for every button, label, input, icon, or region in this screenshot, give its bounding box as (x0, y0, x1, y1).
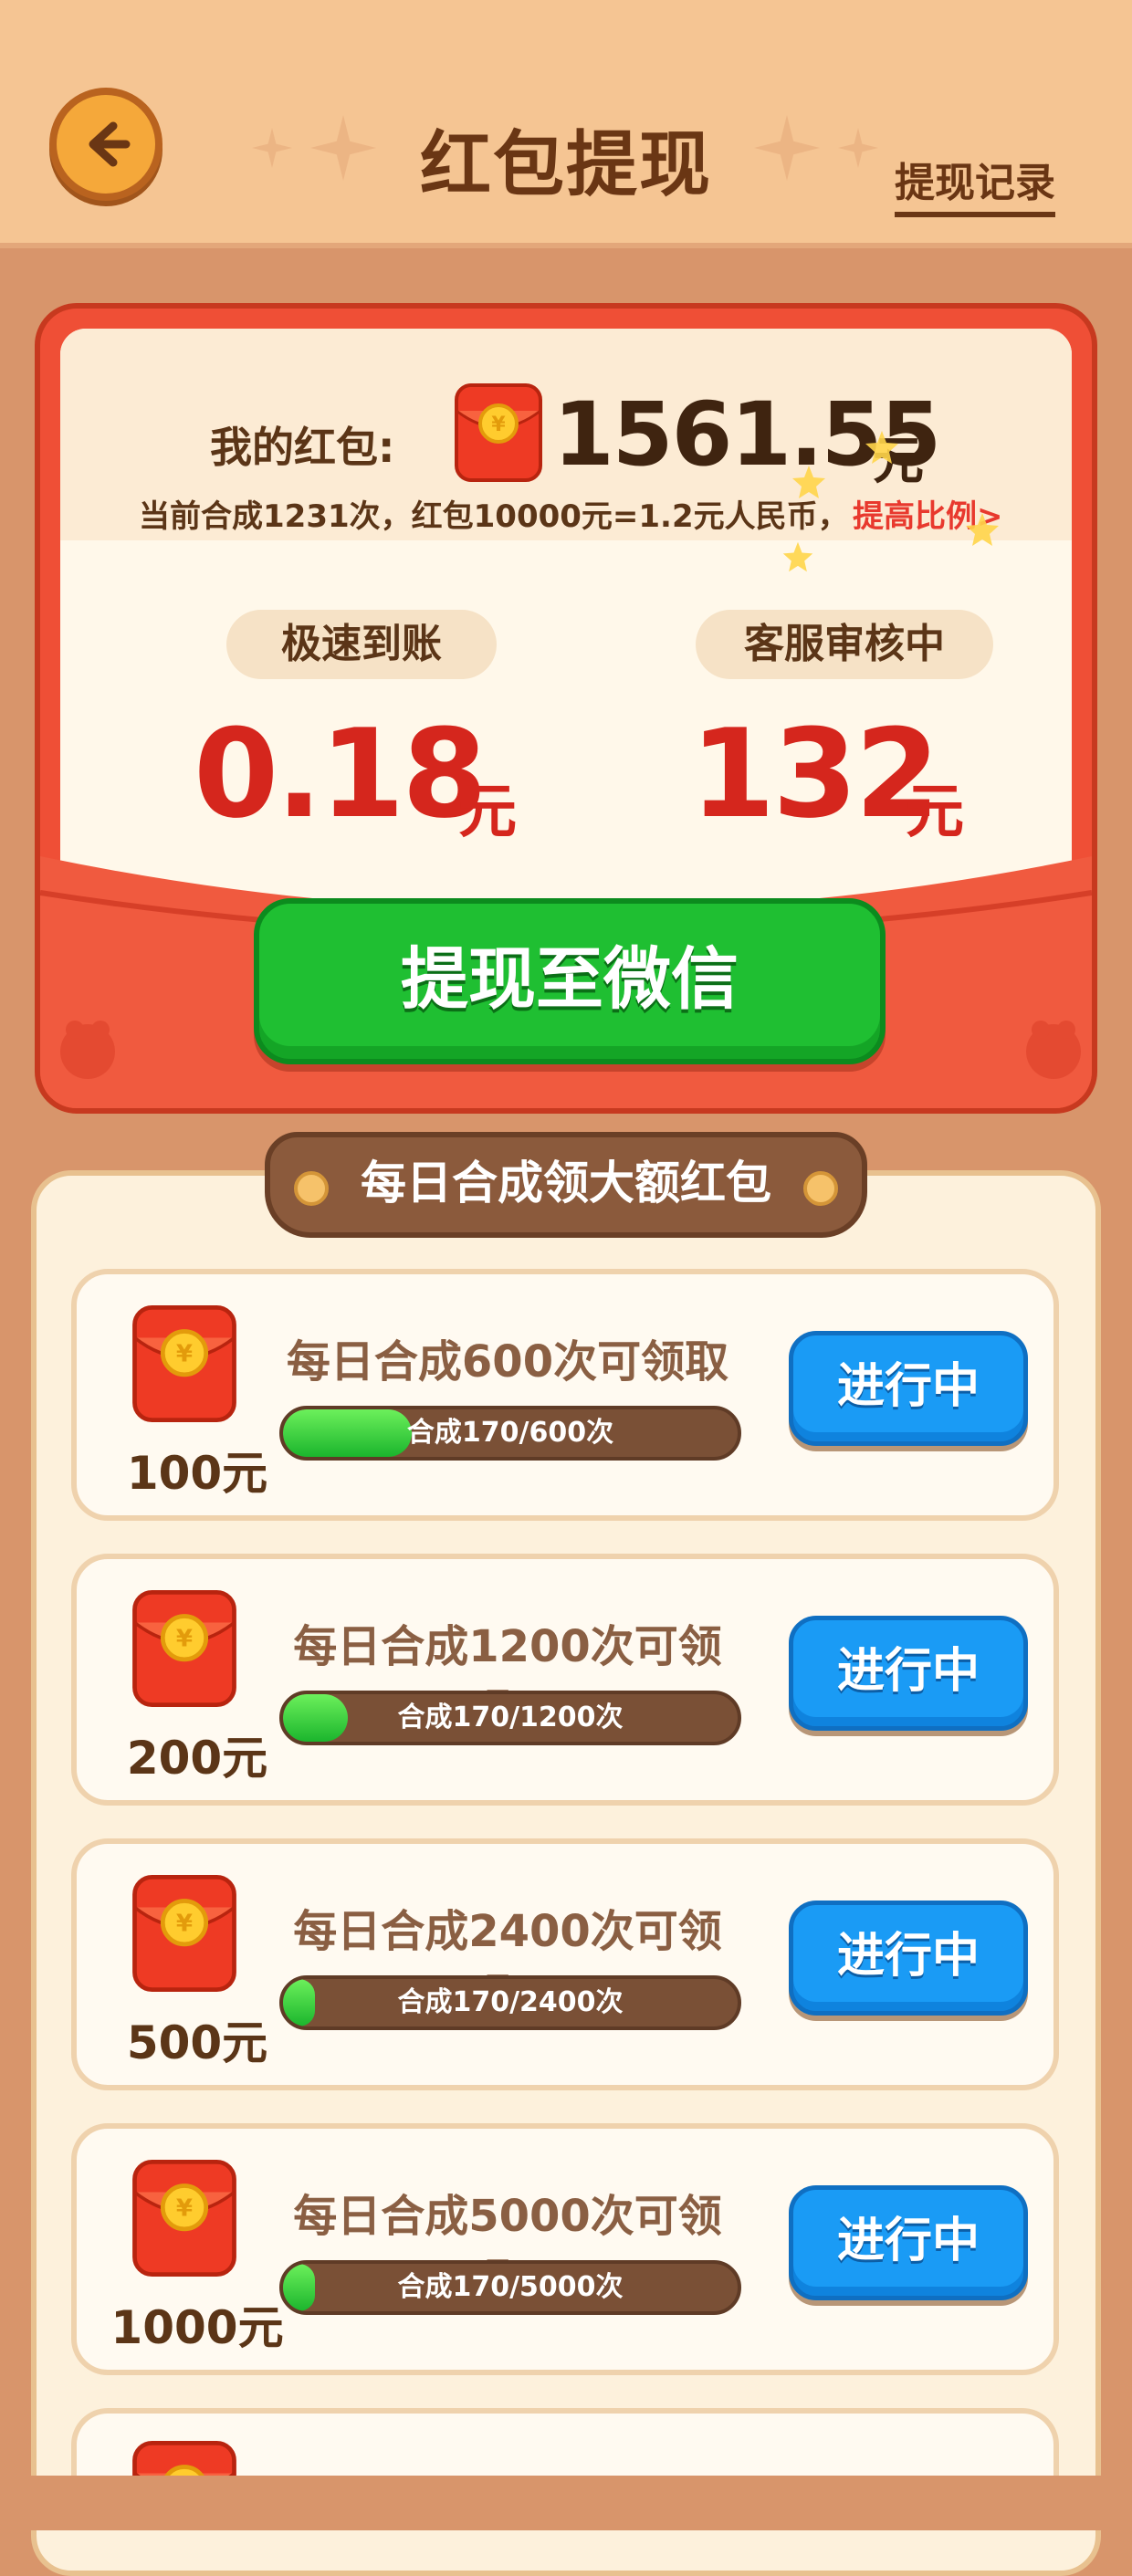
svg-text:¥: ¥ (176, 1626, 193, 1653)
sparkle-icon (792, 466, 825, 498)
task-reward: 100元 (126, 1447, 268, 1500)
task-progress-text: 合成170/600次 (406, 1417, 614, 1449)
withdraw-history-link[interactable]: 提现记录 (895, 150, 1055, 217)
task-progress-bar: 合成170/600次 (279, 1406, 741, 1461)
review-amount: 132 (690, 703, 940, 845)
task-card: ¥200元每日合成1200次可领取合成170/1200次进行中 (71, 1554, 1059, 1806)
sparkle-icon (966, 513, 999, 546)
exchange-rate-text: 当前合成1231次，红包10000元=1.2元人民币， (139, 498, 849, 535)
sparkle-icon (838, 128, 878, 168)
svg-text:¥: ¥ (491, 414, 506, 436)
withdraw-to-wechat-button[interactable]: 提现至微信 (254, 898, 886, 1064)
header: 红包提现 提现记录 (0, 0, 1132, 248)
red-packet-icon: ¥ (131, 1305, 237, 1426)
task-card-partial: ¥ (71, 2408, 1059, 2477)
task-progress-bar: 合成170/5000次 (279, 2260, 741, 2315)
task-card: ¥100元 每日合成600次可领取合成170/600次 进行中 (71, 1269, 1059, 1521)
task-status-button[interactable]: 进行中 (789, 2185, 1028, 2300)
daily-task-banner: 每日合成领大额红包 (265, 1132, 867, 1238)
review-unit: 元 (906, 779, 964, 846)
task-progress-bar: 合成170/1200次 (279, 1691, 741, 1745)
svg-text:¥: ¥ (176, 1341, 193, 1368)
red-packet-icon: ¥ (131, 2441, 237, 2477)
red-packet-icon: ¥ (131, 1875, 237, 1995)
sparkle-icon (865, 431, 898, 464)
svg-text:¥: ¥ (176, 2195, 193, 2223)
quick-arrival-label: 极速到账 (226, 610, 497, 679)
svg-text:¥: ¥ (176, 1911, 193, 1938)
task-progress-text: 合成170/2400次 (397, 1986, 624, 2018)
task-progress-text: 合成170/1200次 (397, 1702, 624, 1733)
review-label: 客服审核中 (696, 610, 993, 679)
task-progress-bar: 合成170/2400次 (279, 1975, 741, 2030)
red-packet-icon: ¥ (131, 1590, 237, 1711)
red-packet-icon: ¥ (455, 383, 542, 482)
daily-task-title: 每日合成领大额红包 (361, 1157, 771, 1209)
quick-arrival-amount: 0.18 (194, 703, 487, 845)
task-reward: 1000元 (110, 2301, 284, 2354)
task-status-button[interactable]: 进行中 (789, 1616, 1028, 1731)
balance-label: 我的红包: (210, 423, 395, 472)
quick-arrival-unit: 元 (458, 779, 517, 846)
balance-card: 我的红包: ¥ 1561.55 元 当前合成1231次，红包10000元=1.2… (35, 303, 1097, 1114)
task-progress-text: 合成170/5000次 (397, 2271, 624, 2303)
task-title: 每日合成600次可领取 (286, 1336, 729, 1387)
task-card: ¥1000元每日合成5000次可领取合成170/5000次进行中 (71, 2123, 1059, 2375)
bottom-bar (0, 2476, 1132, 2530)
task-card: ¥500元每日合成2400次可领取合成170/2400次进行中 (71, 1838, 1059, 2090)
task-status-button[interactable]: 进行中 (789, 1331, 1028, 1446)
task-status-button[interactable]: 进行中 (789, 1901, 1028, 2016)
sparkle-icon (782, 541, 813, 572)
sparkle-icon (754, 115, 820, 181)
task-reward: 200元 (126, 1732, 268, 1785)
balance-paper: 我的红包: ¥ 1561.55 元 当前合成1231次，红包10000元=1.2… (60, 329, 1072, 915)
task-reward: 500元 (126, 2016, 268, 2069)
red-packet-icon: ¥ (131, 2160, 237, 2280)
